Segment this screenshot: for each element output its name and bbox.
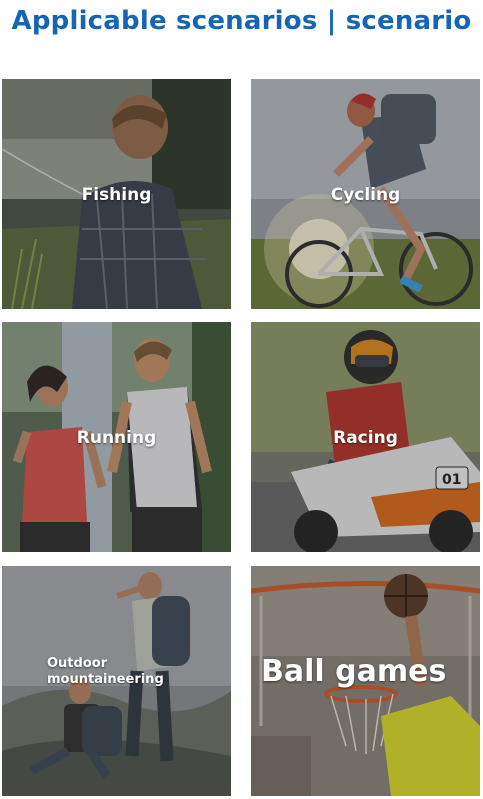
scenario-tile-racing[interactable]: 01 Racing bbox=[251, 322, 480, 552]
scenario-label-fishing: Fishing bbox=[81, 185, 152, 205]
page-title: Applicable scenarios | scenario bbox=[11, 6, 472, 36]
scenario-label-ball-games: Ball games bbox=[261, 654, 447, 689]
scenario-tile-cycling[interactable]: Cycling bbox=[251, 79, 480, 309]
scenario-label-mountaineering: Outdoor mountaineering bbox=[47, 656, 164, 687]
scenario-tile-running[interactable]: Running bbox=[2, 322, 231, 552]
scenario-tile-ball-games[interactable]: Ball games bbox=[251, 566, 480, 796]
scenario-tile-fishing[interactable]: Fishing bbox=[2, 79, 231, 309]
scenario-label-racing: Racing bbox=[333, 428, 398, 448]
scenario-label-running: Running bbox=[76, 428, 157, 448]
scenario-tile-mountaineering[interactable]: Outdoor mountaineering bbox=[2, 566, 231, 796]
scenario-label-cycling: Cycling bbox=[330, 185, 401, 205]
